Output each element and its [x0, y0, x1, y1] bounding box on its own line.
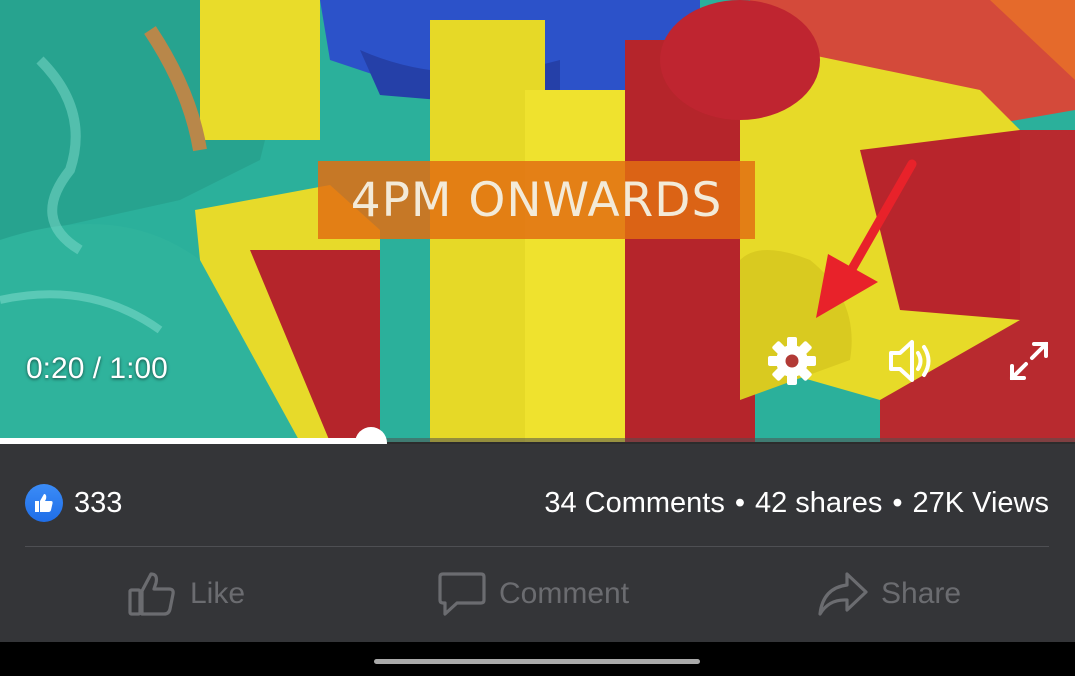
fullscreen-icon[interactable]: [1006, 338, 1052, 384]
reaction-stats-row: 333 34 Comments • 42 shares • 27K Views: [0, 444, 1075, 546]
share-button[interactable]: Share: [817, 566, 961, 622]
thumbs-up-icon: [128, 572, 175, 616]
system-navigation-bar: [0, 642, 1075, 676]
share-label: Share: [881, 577, 962, 610]
views-count: 27K Views: [912, 487, 1050, 519]
home-gesture-handle[interactable]: [374, 659, 700, 664]
action-bar: Like Comment Share: [0, 548, 1075, 642]
comments-count-link[interactable]: 34 Comments: [544, 487, 725, 519]
divider: [25, 546, 1049, 547]
post-footer-panel: 333 34 Comments • 42 shares • 27K Views Like…: [0, 444, 1075, 642]
volume-icon[interactable]: [885, 336, 939, 386]
comment-icon: [438, 572, 486, 616]
annotation-arrow: [816, 159, 917, 318]
comment-label: Comment: [499, 577, 630, 610]
like-button[interactable]: Like: [126, 566, 245, 622]
like-label: Like: [190, 577, 246, 610]
shares-count-link[interactable]: 42 shares: [755, 487, 882, 519]
separator-dot: •: [892, 487, 903, 519]
video-overlay-caption: 4PM ONWARDS: [318, 161, 755, 239]
share-icon: [818, 572, 868, 616]
settings-gear-icon[interactable]: [765, 334, 819, 388]
video-player[interactable]: 4PM ONWARDS 0:20 / 1:00: [0, 0, 1075, 442]
comment-button[interactable]: Comment: [437, 566, 629, 622]
engagement-summary: 34 Comments • 42 shares • 27K Views: [544, 484, 1049, 522]
like-count[interactable]: 333: [74, 484, 122, 522]
time-display: 0:20 / 1:00: [26, 352, 168, 385]
like-reaction-icon[interactable]: [25, 484, 63, 522]
separator-dot: •: [734, 487, 745, 519]
